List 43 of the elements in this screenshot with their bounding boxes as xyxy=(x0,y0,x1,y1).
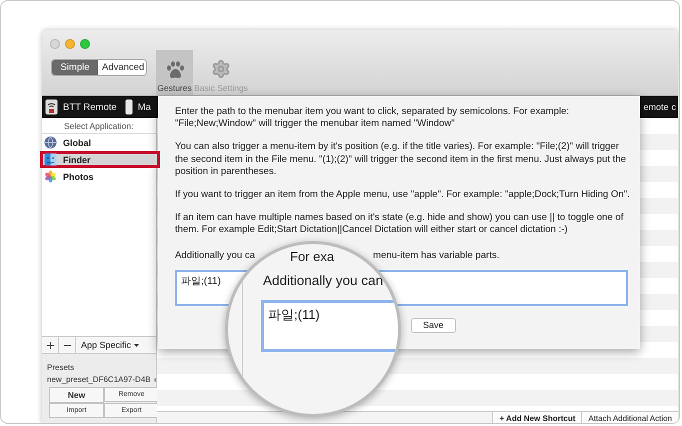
app-list-item[interactable]: Photos xyxy=(42,168,156,185)
plus-icon xyxy=(44,340,56,350)
close-button[interactable] xyxy=(50,39,60,49)
app-list-item[interactable]: Finder xyxy=(40,151,160,168)
list-heading: Select Application: xyxy=(42,118,156,134)
settings-icon xyxy=(211,59,231,79)
help-paragraph: Additionally you ca xyxy=(175,250,255,262)
help-paragraph: If you want to trigger an item from the Apple menu, use "apple". For example: "apple;Dock;Turn Hiding On". xyxy=(175,189,631,202)
app-name: Photos xyxy=(63,172,94,182)
help-paragraph: menu-item has variable parts. xyxy=(373,250,500,262)
magnified-text: Additionally you can xyxy=(263,273,384,288)
preset-select[interactable]: new_preset_DF6C1A97-D4B xyxy=(47,375,156,384)
remote-icon xyxy=(45,99,58,115)
toolbar-tab[interactable]: Gestures xyxy=(156,50,193,95)
zoom-button[interactable] xyxy=(80,39,90,49)
footer-button[interactable]: Attach Additional Action xyxy=(581,412,678,423)
app-name: Global xyxy=(63,138,92,148)
caret-icon xyxy=(134,344,140,346)
magnified-text: For exa xyxy=(290,249,334,264)
paw-icon xyxy=(164,61,184,79)
footer-button[interactable]: + Add New Shortcut xyxy=(492,412,582,423)
device-tab[interactable]: emote xyxy=(643,102,672,112)
globe-icon xyxy=(44,136,57,149)
face-icon xyxy=(44,153,57,166)
mode-segment[interactable]: Simple xyxy=(52,60,98,75)
preset-button[interactable]: New xyxy=(49,387,104,403)
device-tab-label: BTT Remote xyxy=(63,102,117,112)
save-button[interactable]: Save xyxy=(411,318,456,333)
flower-icon xyxy=(44,170,57,183)
help-paragraph: Enter the path to the menubar item you want to click, separated by semicolons. For example: "File;New;Window" will trigger the menubar item named "Window" xyxy=(175,106,570,130)
device-tab[interactable]: BTT Remote xyxy=(42,99,122,115)
presets-label: Presets xyxy=(47,363,76,372)
mode-segment[interactable]: Advanced xyxy=(98,60,146,75)
help-paragraph: If an item can have multiple names based on it's state (e.g. hide and show) you can use || to toggle one of them. For example Edit;Start Dictation||Cancel Dictation will either start or cancel dictation :-) xyxy=(175,212,624,237)
device-icon xyxy=(124,99,133,115)
device-tab-label: Ma xyxy=(138,102,151,112)
magnified-field: 파일;(11) xyxy=(261,300,398,352)
device-tab[interactable]: Ma xyxy=(122,99,156,115)
help-paragraph: You can also trigger a menu-item by it's position (e.g. if the title varies). For example: "File;(2)" will trigger the second item in the File menu. "(1);(2)" will trigger the second item in the first menu. Just always put the position in parentheses. xyxy=(175,141,627,178)
device-tab[interactable]: c xyxy=(672,102,678,112)
minimize-button[interactable] xyxy=(65,39,75,49)
app-list-item[interactable]: Global xyxy=(42,134,156,151)
app-name: Finder xyxy=(63,154,91,164)
